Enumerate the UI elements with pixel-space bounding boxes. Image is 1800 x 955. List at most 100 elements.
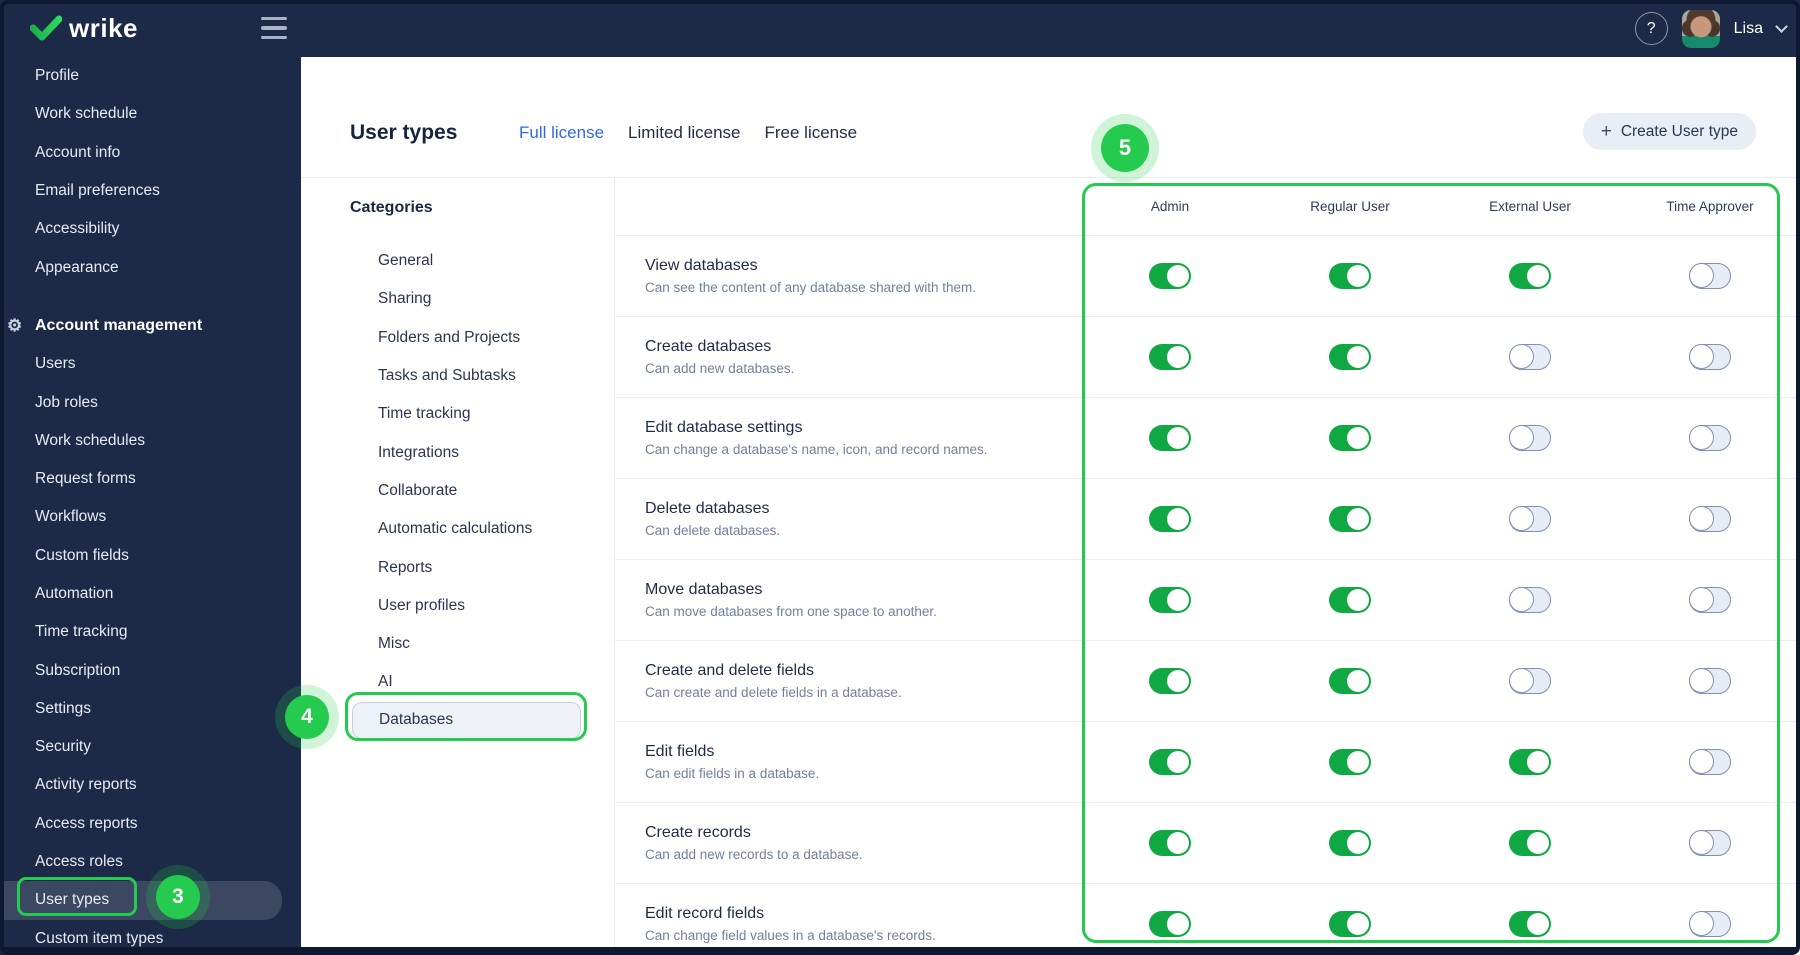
toggle-delete-databases-time-approver[interactable] [1689, 505, 1731, 532]
toggle-create-and-delete-fields-admin[interactable] [1149, 668, 1191, 694]
category-item-time-tracking[interactable]: Time tracking [301, 395, 614, 433]
toggle-move-databases-regular-user[interactable] [1329, 587, 1371, 613]
toggle-create-records-time-approver[interactable] [1689, 829, 1731, 856]
toggle-move-databases-admin[interactable] [1149, 587, 1191, 613]
category-item-reports[interactable]: Reports [301, 548, 614, 586]
toggle-create-databases-external-user[interactable] [1509, 343, 1551, 370]
toggle-move-databases-external-user[interactable] [1509, 586, 1551, 613]
sidebar-item-automation[interactable]: Automation [0, 575, 301, 613]
toggle-knob [1347, 346, 1369, 368]
sidebar-item-account-info[interactable]: Account info [0, 134, 301, 172]
toggle-create-and-delete-fields-regular-user[interactable] [1329, 668, 1371, 694]
category-item-integrations[interactable]: Integrations [301, 433, 614, 471]
toggle-move-databases-time-approver[interactable] [1689, 586, 1731, 613]
sidebar-item-time-tracking[interactable]: Time tracking [0, 613, 301, 651]
sidebar-item-email-preferences[interactable]: Email preferences [0, 172, 301, 210]
toggle-create-records-regular-user[interactable] [1329, 830, 1371, 856]
sidebar-item-profile[interactable]: Profile [0, 57, 301, 95]
toggle-delete-databases-regular-user[interactable] [1329, 506, 1371, 532]
category-item-folders-and-projects[interactable]: Folders and Projects [301, 319, 614, 357]
toggle-cell [1620, 505, 1800, 532]
sidebar-item-settings[interactable]: Settings [0, 690, 301, 728]
toggle-delete-databases-admin[interactable] [1149, 506, 1191, 532]
toggle-cell [1260, 506, 1440, 532]
sidebar-item-access-reports[interactable]: Access reports [0, 805, 301, 843]
avatar[interactable] [1681, 9, 1720, 48]
help-icon[interactable]: ? [1634, 12, 1668, 45]
toggle-create-and-delete-fields-external-user[interactable] [1509, 667, 1551, 694]
toggle-create-databases-admin[interactable] [1149, 344, 1191, 370]
category-item-automatic-calculations[interactable]: Automatic calculations [301, 510, 614, 548]
toggle-edit-database-settings-external-user[interactable] [1509, 424, 1551, 451]
permission-description: Can move databases from one space to ano… [645, 604, 937, 619]
chevron-down-icon[interactable] [1775, 20, 1788, 33]
toggle-edit-fields-external-user[interactable] [1509, 749, 1551, 775]
sidebar-item-work-schedule[interactable]: Work schedule [0, 95, 301, 133]
user-name[interactable]: Lisa [1734, 20, 1763, 38]
toggle-view-databases-regular-user[interactable] [1329, 263, 1371, 289]
category-item-general[interactable]: General [301, 242, 614, 280]
toggle-knob [1689, 343, 1714, 369]
toggle-edit-fields-admin[interactable] [1149, 749, 1191, 775]
category-item-user-profiles[interactable]: User profiles [301, 587, 614, 625]
sidebar-item-users[interactable]: Users [0, 345, 301, 383]
toggle-knob [1527, 913, 1549, 935]
category-item-tasks-and-subtasks[interactable]: Tasks and Subtasks [301, 357, 614, 395]
permission-cell: Edit database settings Can change a datab… [615, 419, 1080, 457]
sidebar-item-appearance[interactable]: Appearance [0, 248, 301, 286]
permission-title: View databases [645, 257, 758, 274]
tab-full-license[interactable]: Full license [519, 123, 604, 143]
toggle-create-databases-time-approver[interactable] [1689, 343, 1731, 370]
toggle-cell [1620, 910, 1800, 937]
toggle-edit-record-fields-admin[interactable] [1149, 911, 1191, 937]
sidebar-item-workflows[interactable]: Workflows [0, 498, 301, 536]
tab-free-license[interactable]: Free license [765, 123, 858, 143]
toggle-edit-fields-regular-user[interactable] [1329, 749, 1371, 775]
sidebar-item-request-forms[interactable]: Request forms [0, 460, 301, 498]
sidebar-item-security[interactable]: Security [0, 728, 301, 766]
toggle-create-and-delete-fields-time-approver[interactable] [1689, 667, 1731, 694]
toggle-edit-database-settings-admin[interactable] [1149, 425, 1191, 451]
toggle-edit-record-fields-external-user[interactable] [1509, 911, 1551, 937]
menu-icon[interactable] [261, 17, 287, 39]
topbar: wrike ? Lisa [0, 0, 1800, 57]
category-item-collaborate[interactable]: Collaborate [301, 472, 614, 510]
toggle-edit-record-fields-time-approver[interactable] [1689, 910, 1731, 937]
sidebar-item-work-schedules[interactable]: Work schedules [0, 422, 301, 460]
sidebar-item-accessibility[interactable]: Accessibility [0, 210, 301, 248]
sidebar-item-custom-fields[interactable]: Custom fields [0, 537, 301, 575]
toggle-edit-fields-time-approver[interactable] [1689, 748, 1731, 775]
permission-description: Can change a database's name, icon, and … [645, 442, 988, 457]
sidebar-item-custom-item-types[interactable]: Custom item types [0, 920, 301, 955]
toggle-edit-database-settings-regular-user[interactable] [1329, 425, 1371, 451]
permission-title: Move databases [645, 581, 763, 598]
toggle-view-databases-external-user[interactable] [1509, 263, 1551, 289]
sidebar-item-subscription[interactable]: Subscription [0, 651, 301, 689]
column-header-external-user: External User [1489, 199, 1571, 214]
logo-text: wrike [69, 13, 138, 43]
permissions-table-header: Admin Regular User External User Time Appro… [615, 178, 1800, 236]
sidebar-item-access-roles[interactable]: Access roles [0, 843, 301, 881]
toggle-create-records-external-user[interactable] [1509, 830, 1551, 856]
sidebar-section-label: Account management [35, 316, 203, 334]
sidebar-item-user-types[interactable]: User types [0, 881, 282, 920]
sidebar-item-job-roles[interactable]: Job roles [0, 383, 301, 421]
toggle-create-records-admin[interactable] [1149, 830, 1191, 856]
sidebar-item-activity-reports[interactable]: Activity reports [0, 766, 301, 804]
toggle-cell [1260, 344, 1440, 370]
toggle-edit-record-fields-regular-user[interactable] [1329, 911, 1371, 937]
category-item-ai[interactable]: AI [301, 663, 614, 701]
category-item-databases[interactable]: Databases [352, 701, 581, 739]
toggle-cell [1080, 911, 1260, 937]
toggle-delete-databases-external-user[interactable] [1509, 505, 1551, 532]
toggle-view-databases-time-approver[interactable] [1689, 262, 1731, 289]
toggle-edit-database-settings-time-approver[interactable] [1689, 424, 1731, 451]
category-item-misc[interactable]: Misc [301, 625, 614, 663]
category-item-sharing[interactable]: Sharing [301, 280, 614, 318]
toggle-knob [1689, 748, 1714, 774]
toggle-view-databases-admin[interactable] [1149, 263, 1191, 289]
tab-limited-license[interactable]: Limited license [628, 123, 740, 143]
create-user-type-button[interactable]: + Create User type [1582, 113, 1756, 150]
toggle-create-databases-regular-user[interactable] [1329, 344, 1371, 370]
toggle-cell [1440, 263, 1620, 289]
